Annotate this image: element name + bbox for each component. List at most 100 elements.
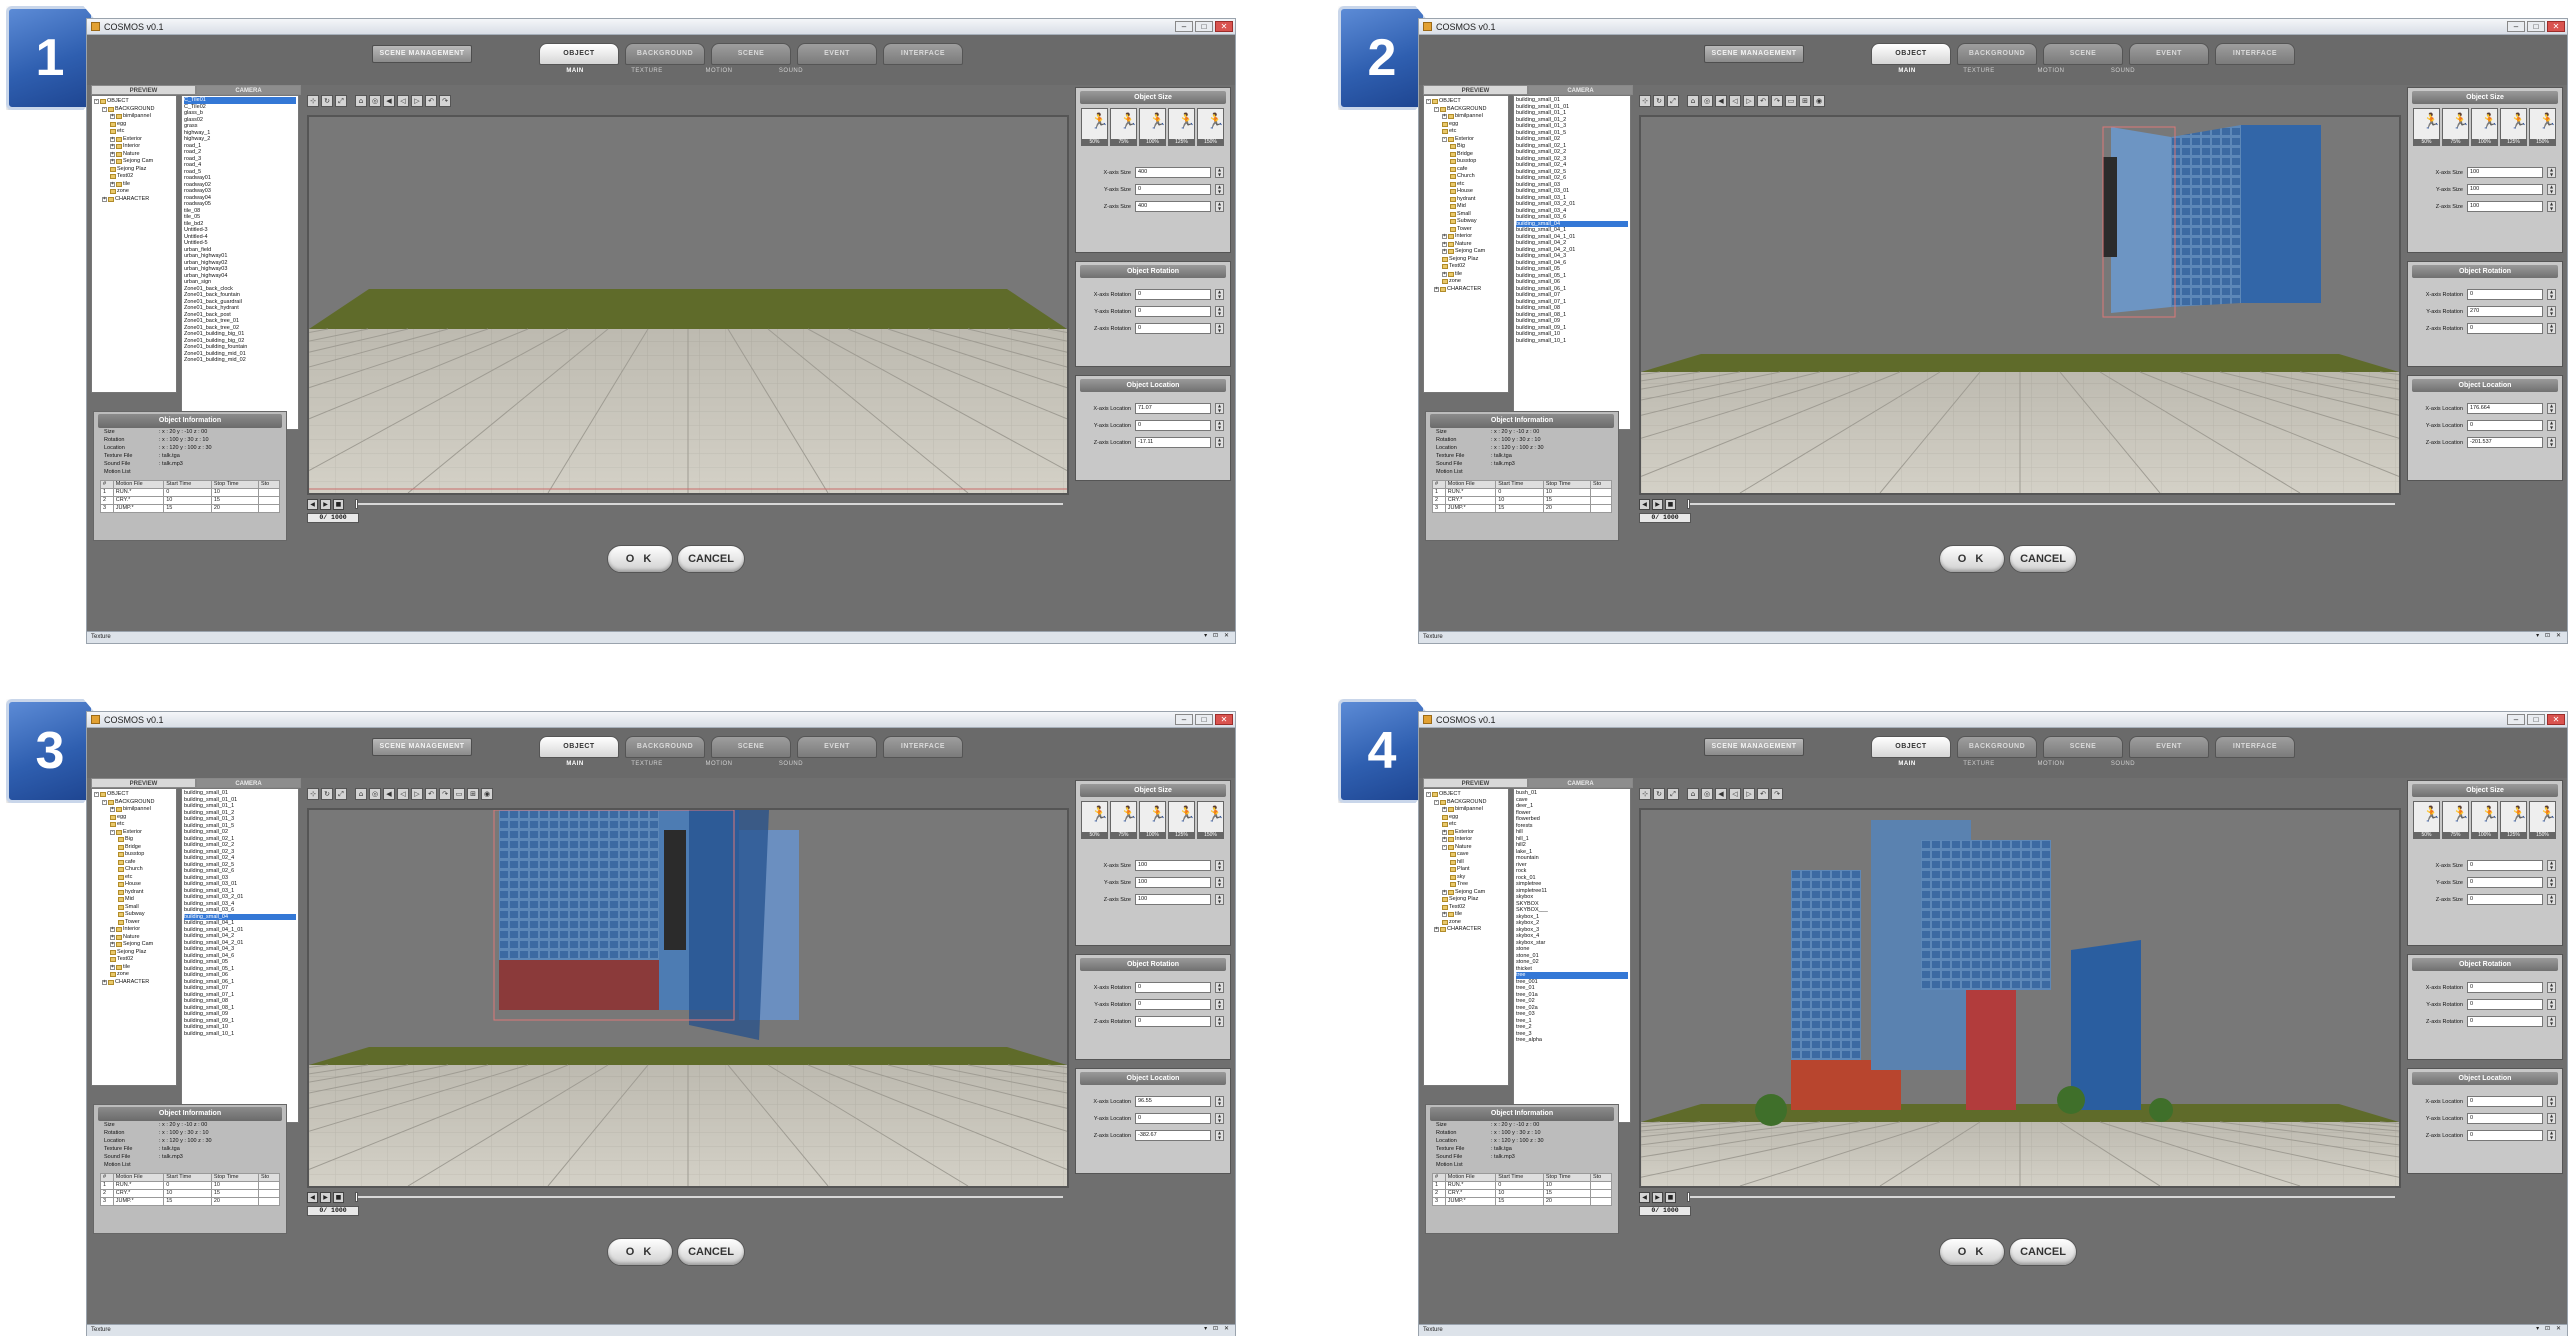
size-field-input[interactable]: 400	[1135, 201, 1211, 212]
tree-node[interactable]: + tile	[1425, 911, 1507, 919]
tab-scene[interactable]: SCENE	[711, 43, 791, 65]
asset-list[interactable]: building_small_01 building_small_01_01 bui…	[181, 788, 299, 1123]
collapse-icon[interactable]: -	[1426, 99, 1431, 105]
tree-node[interactable]: - OBJECT	[1425, 98, 1507, 106]
spinner-icon[interactable]: ▲ ▼	[2547, 1096, 2556, 1107]
minimize-button[interactable]: –	[1175, 714, 1193, 725]
tab-event[interactable]: EVENT	[797, 736, 877, 758]
list-item[interactable]: building_small_10_1	[1516, 338, 1628, 345]
tab-object[interactable]: OBJECT	[539, 736, 619, 758]
expand-icon[interactable]: +	[1442, 837, 1447, 843]
status-controls[interactable]: ▾ ⊡ ✕	[1204, 1325, 1231, 1332]
size-preset-button[interactable]: 🏃 150%	[2529, 801, 2557, 839]
tree-node[interactable]: etc	[1425, 821, 1507, 829]
tree-node[interactable]: - Exterior	[93, 829, 175, 837]
timeline-track[interactable]	[1687, 503, 2395, 505]
table-row[interactable]: 1 RUN.* 0 10	[1432, 1181, 1613, 1190]
expand-icon[interactable]: +	[102, 979, 107, 985]
subtab-sound[interactable]: SOUND	[2087, 68, 2159, 74]
spinner-icon[interactable]: ▲ ▼	[1215, 877, 1224, 888]
move-icon[interactable]: ⊹	[1639, 95, 1651, 107]
tree-node[interactable]: Test02	[1425, 904, 1507, 912]
subtab-sound[interactable]: SOUND	[755, 68, 827, 74]
collapse-icon[interactable]: -	[1442, 844, 1447, 850]
size-preset-button[interactable]: 🏃 50%	[1081, 801, 1109, 839]
target-icon[interactable]: ◎	[1701, 788, 1713, 800]
size-preset-button[interactable]: 🏃 75%	[1110, 801, 1138, 839]
expand-icon[interactable]: +	[1442, 271, 1447, 277]
subtab-motion[interactable]: MOTION	[2015, 761, 2087, 767]
tree-horizontal-scrollbar[interactable]	[1434, 392, 1494, 393]
size-preset-button[interactable]: 🏃 50%	[1081, 108, 1109, 146]
tree-node[interactable]: Sejong Plaz	[93, 949, 175, 957]
close-button[interactable]: ✕	[1215, 21, 1233, 32]
collapse-icon[interactable]: -	[1434, 106, 1439, 112]
tree-node[interactable]: - OBJECT	[1425, 791, 1507, 799]
timeline-stop-button[interactable]: ■	[1665, 1192, 1676, 1203]
tab-background[interactable]: BACKGROUND	[625, 736, 705, 758]
tree-node[interactable]: + bimilpannel	[1425, 113, 1507, 121]
timeline-track[interactable]	[355, 503, 1063, 505]
subtab-texture[interactable]: TEXTURE	[1943, 68, 2015, 74]
camera-icon[interactable]: ◉	[481, 788, 493, 800]
size-preset-button[interactable]: 🏃 100%	[2471, 108, 2499, 146]
rotation-field-input[interactable]: 0	[2467, 1016, 2543, 1027]
location-field-input[interactable]: -382.67	[1135, 1130, 1211, 1141]
spinner-icon[interactable]: ▲ ▼	[2547, 420, 2556, 431]
scene-management-button[interactable]: SCENE MANAGEMENT	[372, 45, 472, 63]
location-field-input[interactable]: 0	[2467, 1113, 2543, 1124]
spinner-icon[interactable]: ▲ ▼	[2547, 982, 2556, 993]
table-row[interactable]: 2 CRY.* 10 15	[1432, 1189, 1613, 1198]
tab-object[interactable]: OBJECT	[1871, 43, 1951, 65]
expand-icon[interactable]: +	[110, 159, 115, 165]
home-icon[interactable]: ⌂	[355, 95, 367, 107]
expand-icon[interactable]: +	[1434, 286, 1439, 292]
spinner-icon[interactable]: ▲ ▼	[1215, 1113, 1224, 1124]
spinner-icon[interactable]: ▲ ▼	[1215, 201, 1224, 212]
size-preset-button[interactable]: 🏃 150%	[1197, 801, 1225, 839]
subtab-sound[interactable]: SOUND	[755, 761, 827, 767]
tree-node[interactable]: + CHARACTER	[93, 196, 175, 204]
tree-node[interactable]: hydrant	[93, 889, 175, 897]
tree-node[interactable]: Small	[93, 904, 175, 912]
left-icon[interactable]: ◀	[383, 788, 395, 800]
tree-node[interactable]: Tower	[1425, 226, 1507, 234]
undo-icon[interactable]: ↶	[425, 95, 437, 107]
tree-node[interactable]: cafe	[93, 859, 175, 867]
size-preset-button[interactable]: 🏃 150%	[2529, 108, 2557, 146]
table-row[interactable]: 3 JUMP.* 15 20	[100, 1197, 281, 1206]
expand-icon[interactable]: +	[1434, 927, 1439, 933]
expand-icon[interactable]: +	[1442, 889, 1447, 895]
collapse-icon[interactable]: -	[94, 99, 99, 105]
subtab-texture[interactable]: TEXTURE	[611, 68, 683, 74]
spinner-icon[interactable]: ▲ ▼	[1215, 437, 1224, 448]
undo-icon[interactable]: ↶	[1757, 95, 1769, 107]
size-field-input[interactable]: 0	[2467, 894, 2543, 905]
tab-camera[interactable]: CAMERA	[196, 778, 301, 788]
frame-icon[interactable]: ▭	[1785, 95, 1797, 107]
tree-node[interactable]: Tower	[93, 919, 175, 927]
tree-node[interactable]: House	[93, 881, 175, 889]
tab-camera[interactable]: CAMERA	[1528, 778, 1633, 788]
tree-node[interactable]: - OBJECT	[93, 98, 175, 106]
expand-icon[interactable]: +	[110, 181, 115, 187]
expand-icon[interactable]: +	[1442, 249, 1447, 255]
forward-icon[interactable]: ▷	[1743, 788, 1755, 800]
rotation-field-input[interactable]: 0	[2467, 289, 2543, 300]
tree-node[interactable]: Sejong Plaz	[1425, 256, 1507, 264]
minimize-button[interactable]: –	[2507, 21, 2525, 32]
expand-icon[interactable]: +	[110, 807, 115, 813]
3d-viewport[interactable]	[307, 808, 1069, 1188]
spinner-icon[interactable]: ▲ ▼	[2547, 184, 2556, 195]
close-button[interactable]: ✕	[2547, 21, 2565, 32]
scene-management-button[interactable]: SCENE MANAGEMENT	[372, 738, 472, 756]
tree-node[interactable]: - BACKGROUND	[93, 106, 175, 114]
tab-background[interactable]: BACKGROUND	[1957, 736, 2037, 758]
tab-object[interactable]: OBJECT	[539, 43, 619, 65]
tree-node[interactable]: + Interior	[1425, 836, 1507, 844]
tab-interface[interactable]: INTERFACE	[883, 736, 963, 758]
move-icon[interactable]: ⊹	[307, 788, 319, 800]
tree-node[interactable]: + bimilpannel	[1425, 806, 1507, 814]
object-tree[interactable]: - OBJECT - BACKGROUND + bimilpannel egg etc - Ext…	[1423, 95, 1509, 393]
timeline-track[interactable]	[1687, 1196, 2395, 1198]
